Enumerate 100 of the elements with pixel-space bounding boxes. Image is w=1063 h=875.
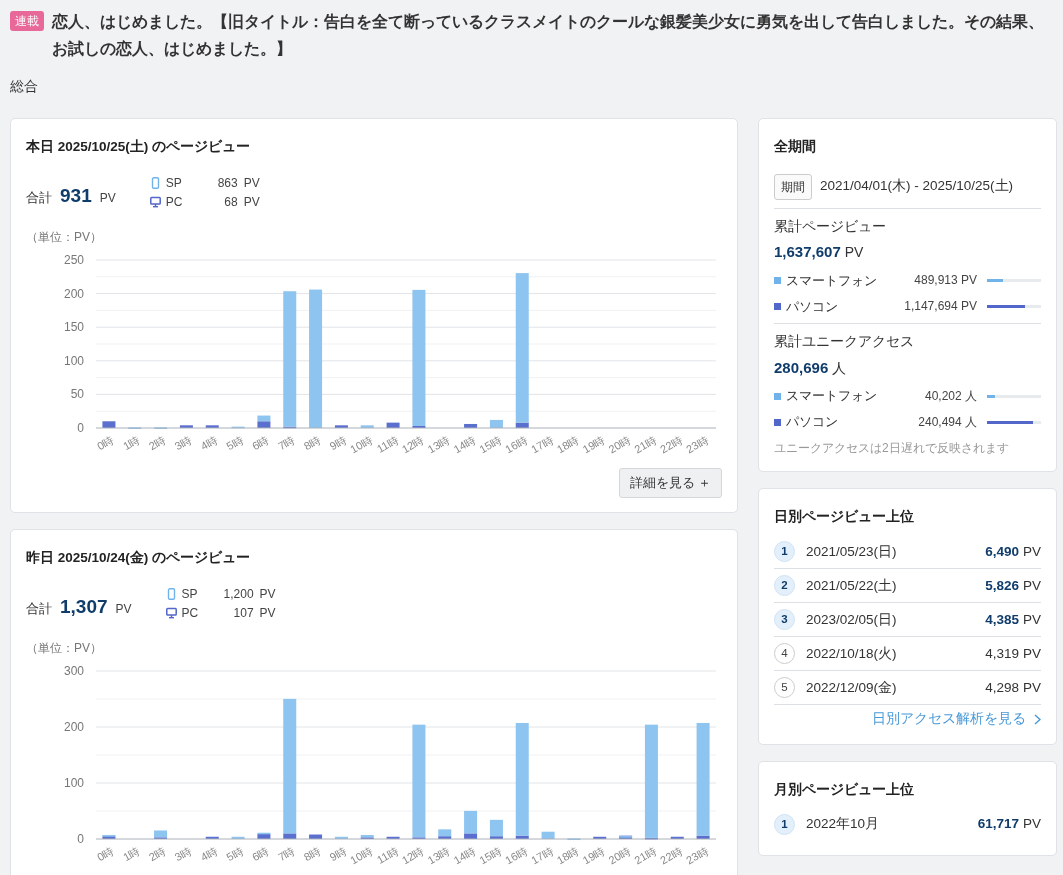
rank-number: 2 (774, 575, 795, 597)
device-count: 107 (232, 604, 254, 622)
unit-label: PV (844, 242, 864, 262)
series-badge: 連載 (10, 11, 44, 31)
rank-value: 5,826 (985, 576, 1019, 595)
axis-label: 19時 (580, 843, 607, 866)
axis-label: 50 (70, 386, 84, 401)
axis-label: 23時 (683, 843, 711, 866)
axis-label: 8時 (301, 843, 323, 863)
device-label: パソコン (786, 297, 838, 316)
unit-label: 人 (832, 358, 847, 378)
axis-label: 18時 (554, 843, 581, 866)
rank-value: 4,385 (985, 610, 1019, 629)
card-title: 本日 2025/10/25(土) のページビュー (26, 138, 252, 157)
axis-label: 16時 (503, 432, 530, 455)
unit-label: PV (1023, 644, 1041, 663)
rank-number: 5 (774, 677, 795, 699)
page-title: 恋人、はじめました。【旧タイトル：告白を全て断っているクラスメイトのクールな銀髪美少女に勇気を出して告白しました。その結果、お試しの恋人、はじめました。】 (52, 12, 1045, 60)
axis-label: 4時 (198, 843, 220, 863)
axis-label: 23時 (683, 432, 711, 455)
axis-label: 8時 (301, 432, 323, 452)
axis-label: 22時 (658, 843, 685, 866)
device-label: スマートフォン (786, 271, 877, 290)
device-label: SP (165, 174, 183, 192)
axis-label: 10時 (348, 432, 375, 455)
rank-date: 2021/05/22(土) (806, 576, 897, 595)
total-value: 1,307 (60, 594, 108, 619)
rank-date: 2023/02/05(日) (806, 610, 897, 629)
axis-label: 17時 (528, 843, 556, 866)
axis-label: 11時 (374, 432, 401, 455)
total-label: 合計 (26, 599, 52, 618)
stat-label: 累計ユニークアクセス (774, 333, 915, 352)
axis-label: 6時 (250, 432, 271, 452)
axis-label: 0時 (95, 843, 116, 863)
axis-label: 9時 (327, 843, 349, 863)
axis-label: 13時 (425, 843, 452, 866)
unit-label: PV (259, 585, 276, 603)
axis-label: 12時 (399, 843, 426, 866)
stat-label: 累計ページビュー (774, 217, 887, 236)
rank-date: 2022/12/09(金) (806, 678, 897, 697)
axis-label: 14時 (451, 432, 478, 455)
total-value: 931 (60, 183, 92, 208)
unit-label: PV (99, 189, 116, 207)
device-count: 1,200 (222, 585, 254, 603)
device-label: PC (165, 193, 184, 211)
stat-total: 280,696 (774, 357, 829, 378)
axis-label: 21時 (632, 432, 659, 455)
device-count: 863 (216, 174, 238, 192)
card-title: 月別ページビュー上位 (774, 780, 915, 799)
note-text: ユニークアクセスは2日遅れで反映されます (774, 440, 1010, 457)
unit-label: PV (115, 600, 132, 618)
card-title: 全期間 (774, 138, 817, 157)
unit-label: PV (259, 604, 276, 622)
axis-label: 2時 (146, 843, 168, 863)
unit-label: PV (243, 193, 260, 211)
period-label: 期間 (774, 173, 812, 200)
unit-note: （単位：PV） (26, 639, 103, 657)
unit-label: PV (1023, 678, 1041, 697)
axis-label: 3時 (172, 843, 194, 863)
axis-label: 1時 (120, 432, 142, 452)
axis-label: 1時 (120, 843, 142, 863)
unit-label: PV (1023, 815, 1041, 834)
card-title: 昨日 2025/10/24(金) のページビュー (26, 549, 252, 568)
axis-label: 17時 (528, 432, 556, 455)
axis-label: 20時 (606, 843, 633, 866)
axis-label: 22時 (658, 432, 685, 455)
rank-value: 61,717 (977, 815, 1019, 834)
axis-label: 14時 (451, 843, 478, 866)
axis-label: 7時 (275, 843, 297, 863)
axis-label: 21時 (632, 843, 659, 866)
rank-date: 2022/10/18(火) (806, 644, 897, 663)
device-count: 40,202 人 (924, 388, 977, 405)
device-label: PC (181, 604, 200, 622)
axis-label: 250 (63, 252, 84, 267)
rank-value: 4,298 (985, 678, 1019, 697)
axis-label: 20時 (606, 432, 633, 455)
axis-label: 10時 (348, 843, 375, 866)
axis-label: 7時 (275, 432, 297, 452)
rank-date: 2021/05/23(日) (806, 542, 897, 561)
rank-number: 3 (774, 609, 795, 631)
axis-label: 11時 (374, 843, 401, 866)
axis-label: 150 (63, 319, 84, 334)
axis-label: 16時 (503, 843, 530, 866)
axis-label: 200 (63, 286, 84, 301)
rank-value: 4,319 (985, 644, 1019, 663)
unit-label: PV (1023, 610, 1041, 629)
axis-label: 300 (63, 663, 84, 678)
axis-label: 100 (63, 353, 84, 368)
rank-number: 4 (774, 643, 795, 665)
axis-label: 3時 (172, 432, 194, 452)
device-label: スマートフォン (786, 387, 877, 406)
rank-date: 2022年10月 (806, 815, 880, 834)
axis-label: 15時 (477, 843, 504, 866)
device-count: 1,147,694 PV (904, 298, 977, 316)
card-title: 日別ページビュー上位 (774, 508, 915, 526)
unit-note: （単位：PV） (26, 228, 103, 246)
period-range: 2021/04/01(木) - 2025/10/25(土) (820, 177, 1014, 196)
axis-label: 19時 (580, 432, 607, 455)
axis-label: 100 (63, 775, 84, 790)
axis-label: 5時 (224, 432, 246, 452)
